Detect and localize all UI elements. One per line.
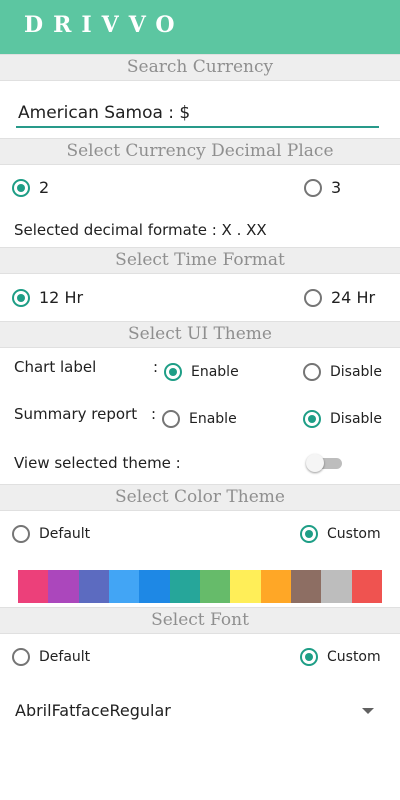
radio-unchecked-icon [304, 288, 322, 307]
radio-unchecked-icon [12, 648, 30, 666]
color-swatch-9[interactable] [260, 570, 291, 603]
chart-label-enable[interactable]: Enable [164, 363, 239, 381]
chart-label-enable-label: Enable [191, 364, 239, 380]
radio-checked-icon [303, 410, 321, 428]
color-swatch-6[interactable] [169, 570, 200, 603]
color-swatch-row [18, 570, 382, 603]
font-dropdown-value: AbrilFatfaceRegular [15, 701, 171, 720]
radio-unchecked-icon [303, 363, 321, 381]
dropdown-arrow-icon [362, 708, 374, 714]
time-format-12hr-label: 12 Hr [39, 288, 84, 307]
color-swatch-2[interactable] [48, 570, 79, 603]
decimal-format-info: Selected decimal formate : X . XX [14, 221, 267, 239]
radio-unchecked-icon [304, 178, 322, 197]
color-swatch-7[interactable] [199, 570, 231, 603]
summary-report-text: Summary report [14, 405, 138, 423]
font-dropdown[interactable]: AbrilFatfaceRegular [14, 696, 386, 726]
radio-checked-icon [12, 178, 30, 197]
app-bar: DRIVVO [0, 0, 400, 55]
radio-checked-icon [12, 288, 30, 307]
section-header-font: Select Font [0, 607, 400, 634]
toggle-thumb [306, 454, 324, 472]
section-header-decimal-place: Select Currency Decimal Place [0, 138, 400, 165]
radio-unchecked-icon [162, 410, 180, 428]
color-theme-custom[interactable]: Custom [300, 525, 381, 543]
app-title: DRIVVO [24, 12, 185, 38]
summary-report-disable-label: Disable [330, 411, 382, 427]
font-custom[interactable]: Custom [300, 648, 381, 666]
time-format-24hr[interactable]: 24 Hr [304, 288, 375, 307]
color-swatch-4[interactable] [108, 570, 140, 603]
color-swatch-11[interactable] [321, 570, 352, 603]
chart-label-disable[interactable]: Disable [303, 363, 382, 381]
radio-unchecked-icon [12, 525, 30, 543]
summary-report-enable[interactable]: Enable [162, 410, 237, 428]
radio-checked-icon [164, 363, 182, 381]
section-header-search-currency: Search Currency [0, 54, 400, 81]
summary-report-enable-label: Enable [189, 411, 237, 427]
decimal-option-2[interactable]: 2 [12, 178, 49, 197]
decimal-option-3-label: 3 [331, 178, 342, 197]
font-default-label: Default [39, 649, 91, 665]
font-custom-label: Custom [327, 649, 381, 665]
color-swatch-12[interactable] [351, 570, 382, 603]
color-theme-default-label: Default [39, 526, 91, 542]
decimal-option-3[interactable]: 3 [304, 178, 341, 197]
color-swatch-5[interactable] [139, 570, 170, 603]
font-default[interactable]: Default [12, 648, 90, 666]
summary-report-colon: : [151, 405, 157, 423]
section-header-ui-theme: Select UI Theme [0, 321, 400, 348]
section-header-color-theme: Select Color Theme [0, 484, 400, 511]
color-swatch-3[interactable] [78, 570, 109, 603]
color-theme-default[interactable]: Default [12, 525, 90, 543]
section-header-time-format: Select Time Format [0, 247, 400, 274]
time-format-12hr[interactable]: 12 Hr [12, 288, 83, 307]
currency-search-input[interactable] [16, 100, 379, 128]
radio-checked-icon [300, 648, 318, 666]
color-swatch-10[interactable] [290, 570, 322, 603]
chart-label-text: Chart label [14, 358, 97, 376]
time-format-24hr-label: 24 Hr [331, 288, 376, 307]
color-swatch-8[interactable] [230, 570, 261, 603]
color-theme-custom-label: Custom [327, 526, 381, 542]
summary-report-disable[interactable]: Disable [303, 410, 382, 428]
view-selected-theme-text: View selected theme : [14, 454, 181, 472]
view-selected-theme-toggle[interactable] [306, 454, 344, 472]
chart-label-colon: : [153, 358, 159, 376]
color-swatch-1[interactable] [18, 570, 49, 603]
decimal-option-2-label: 2 [39, 178, 50, 197]
radio-checked-icon [300, 525, 318, 543]
chart-label-disable-label: Disable [330, 364, 382, 380]
